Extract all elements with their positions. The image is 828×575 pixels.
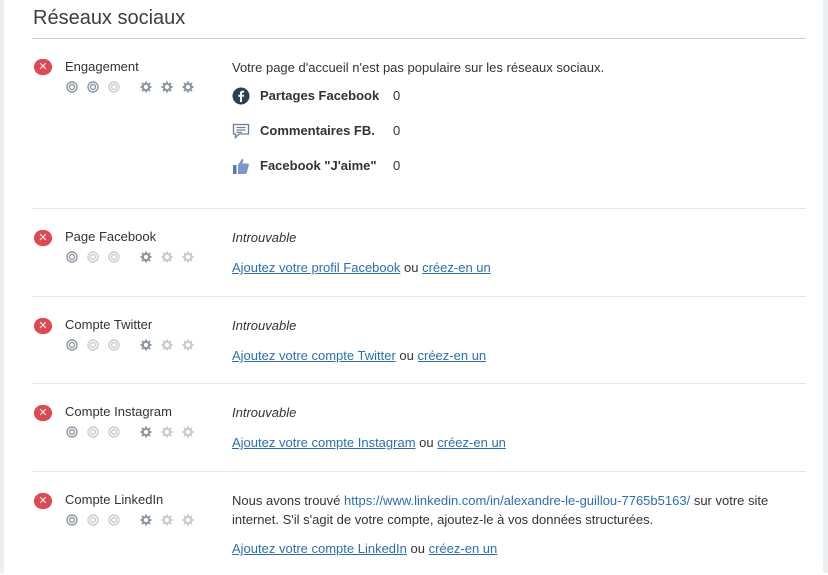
importance-target-icon <box>87 339 99 351</box>
difficulty-gear-icon <box>161 514 173 526</box>
facebook-icon <box>232 87 250 104</box>
add-profile-link[interactable]: Ajoutez votre profil Facebook <box>232 260 400 275</box>
importance-target-icon <box>66 251 78 263</box>
linkedin-url: https://www.linkedin.com/in/alexandre-le… <box>344 493 691 508</box>
difficulty-gear-icon <box>182 339 194 351</box>
right-gutter <box>823 0 828 573</box>
comment-icon <box>232 123 250 139</box>
action-line: Ajoutez votre compte Instagram ou créez-… <box>232 433 792 452</box>
difficulty-gear-icon <box>161 81 173 93</box>
stat-row-fb-shares: Partages Facebook 0 <box>232 86 400 105</box>
importance-target-icon <box>87 251 99 263</box>
importance-target-icon <box>108 251 120 263</box>
stat-value: 0 <box>393 88 401 103</box>
difficulty-gear-icon <box>161 426 173 438</box>
stat-label: Facebook "J'aime" <box>260 158 377 173</box>
social-networks-panel: Réseaux sociaux ✕ Engagement Votre page … <box>32 0 806 575</box>
create-account-link[interactable]: créez-en un <box>422 260 491 275</box>
linkedin-found-message: Nous avons trouvé https://www.linkedin.c… <box>232 491 792 529</box>
difficulty-gear-icon <box>182 514 194 526</box>
stats-list: Partages Facebook 0 Commentaires FB. 0 F… <box>232 39 792 208</box>
importance-target-icon <box>108 339 120 351</box>
importance-target-icon <box>87 514 99 526</box>
action-line: Ajoutez votre profil Facebook ou créez-e… <box>232 258 792 277</box>
thumbs-up-icon <box>233 158 249 174</box>
difficulty-gear-icon <box>182 426 194 438</box>
criterion-name: Page Facebook <box>65 229 157 244</box>
difficulty-gear-icon <box>140 514 152 526</box>
importance-target-icon <box>66 426 78 438</box>
stat-row-fb-comments: Commentaires FB. 0 <box>232 121 400 140</box>
criterion-name: Compte Instagram <box>65 404 172 419</box>
criterion-rating-icons <box>66 251 203 263</box>
or-text: ou <box>410 541 425 556</box>
importance-target-icon <box>66 339 78 351</box>
create-account-link[interactable]: créez-en un <box>429 541 498 556</box>
message-text: Nous avons trouvé <box>232 493 341 508</box>
criterion-name: Compte Twitter <box>65 317 153 332</box>
criterion-row-linkedin: ✕ Compte LinkedIn Nous avons trouvé http… <box>32 472 806 575</box>
criterion-rating-icons <box>66 339 203 351</box>
stat-label: Commentaires FB. <box>260 123 375 138</box>
stat-value: 0 <box>393 158 401 173</box>
action-line: Ajoutez votre compte LinkedIn ou créez-e… <box>232 539 792 558</box>
create-account-link[interactable]: créez-en un <box>418 348 487 363</box>
add-account-link[interactable]: Ajoutez votre compte LinkedIn <box>232 541 407 556</box>
criterion-name: Engagement <box>65 59 139 74</box>
criterion-rating-icons <box>66 514 203 526</box>
stat-value: 0 <box>393 123 401 138</box>
difficulty-gear-icon <box>140 339 152 351</box>
difficulty-gear-icon <box>182 81 194 93</box>
criterion-row-engagement: ✕ Engagement Votre page d'accueil n'est … <box>32 39 806 209</box>
not-found-label: Introuvable <box>232 405 297 420</box>
or-text: ou <box>419 435 434 450</box>
not-found-label: Introuvable <box>232 318 297 333</box>
difficulty-gear-icon <box>140 426 152 438</box>
fail-status-icon: ✕ <box>34 59 52 75</box>
criterion-rating-icons <box>66 81 203 93</box>
or-text: ou <box>399 348 414 363</box>
stat-label: Partages Facebook <box>260 88 380 103</box>
criterion-row-twitter: ✕ Compte Twitter Introuvable Ajoutez vot… <box>32 297 806 384</box>
fail-status-icon: ✕ <box>34 318 52 334</box>
difficulty-gear-icon <box>161 339 173 351</box>
importance-target-icon <box>108 81 120 93</box>
importance-target-icon <box>87 81 99 93</box>
importance-target-icon <box>108 426 120 438</box>
or-text: ou <box>404 260 419 275</box>
not-found-label: Introuvable <box>232 230 297 245</box>
add-account-link[interactable]: Ajoutez votre compte Twitter <box>232 348 396 363</box>
action-line: Ajoutez votre compte Twitter ou créez-en… <box>232 346 792 365</box>
difficulty-gear-icon <box>140 81 152 93</box>
criterion-name: Compte LinkedIn <box>65 492 164 507</box>
section-title: Réseaux sociaux <box>32 0 806 39</box>
difficulty-gear-icon <box>161 251 173 263</box>
fail-status-icon: ✕ <box>34 405 52 421</box>
left-gutter <box>0 0 4 573</box>
stat-row-fb-likes: Facebook "J'aime" 0 <box>232 156 400 175</box>
create-account-link[interactable]: créez-en un <box>437 435 506 450</box>
importance-target-icon <box>108 514 120 526</box>
fail-status-icon: ✕ <box>34 493 52 509</box>
criterion-row-facebook-page: ✕ Page Facebook Introuvable Ajoutez votr… <box>32 209 806 297</box>
criterion-detail: Introuvable Ajoutez votre compte Instagr… <box>232 403 792 452</box>
importance-target-icon <box>66 514 78 526</box>
add-account-link[interactable]: Ajoutez votre compte Instagram <box>232 435 416 450</box>
criterion-row-instagram: ✕ Compte Instagram Introuvable Ajoutez v… <box>32 384 806 472</box>
difficulty-gear-icon <box>140 251 152 263</box>
criterion-detail: Nous avons trouvé https://www.linkedin.c… <box>232 491 792 558</box>
criterion-detail: Introuvable Ajoutez votre compte Twitter… <box>232 316 792 365</box>
importance-target-icon <box>66 81 78 93</box>
importance-target-icon <box>87 426 99 438</box>
difficulty-gear-icon <box>182 251 194 263</box>
criterion-detail: Introuvable Ajoutez votre profil Faceboo… <box>232 228 792 277</box>
fail-status-icon: ✕ <box>34 230 52 246</box>
criterion-rating-icons <box>66 426 203 438</box>
